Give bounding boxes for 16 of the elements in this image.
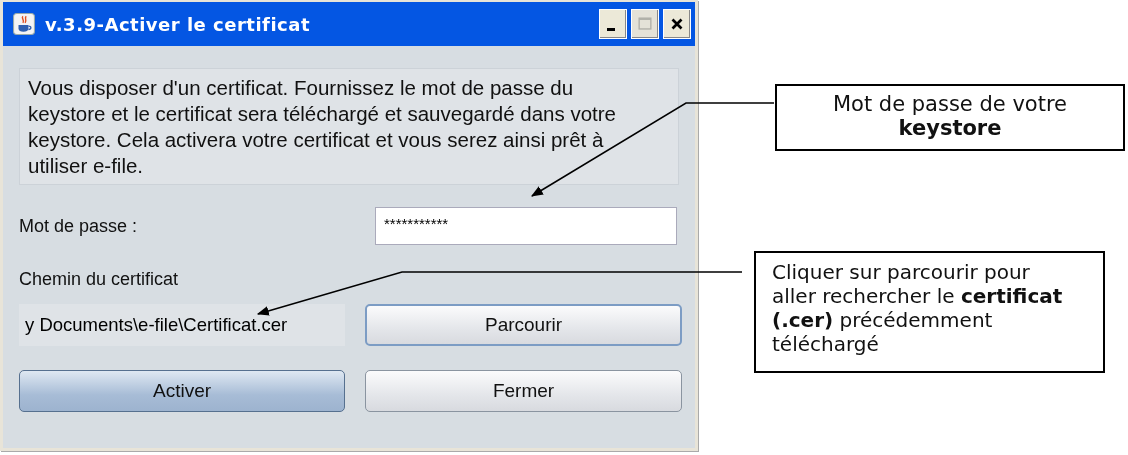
password-field[interactable]: *********** [375, 207, 677, 245]
callout-text: Cliquer sur parcourir pour aller rechercher le certificat (.cer) précédemment téléchargé [772, 260, 1064, 356]
callout-text: Mot de passe de votre keystore [832, 92, 1068, 140]
window-title: v.3.9-Activer le certificat [45, 13, 312, 35]
password-label: Mot de passe : [19, 215, 138, 237]
certificate-path-label: Chemin du certificat [19, 269, 180, 290]
minimize-button[interactable] [599, 9, 627, 39]
maximize-icon [636, 15, 654, 33]
minimize-icon [607, 27, 615, 31]
certificate-path-field[interactable]: y Documents\e-file\Certificat.cer [19, 304, 345, 346]
coffee-cup-icon [13, 13, 35, 35]
activate-button[interactable]: Activer [19, 370, 345, 412]
browse-button[interactable]: Parcourir [365, 304, 682, 346]
close-dialog-button[interactable]: Fermer [365, 370, 682, 412]
instruction-text: Vous disposer d'un certificat. Fournissez le mot de passe du keystore et le certificat sera téléchargé et sauvegardé dans votre keystore. Cela activera votre certificat et vous serez ainsi prêt à utiliser e-file. [28, 75, 617, 179]
close-button[interactable] [663, 9, 691, 39]
